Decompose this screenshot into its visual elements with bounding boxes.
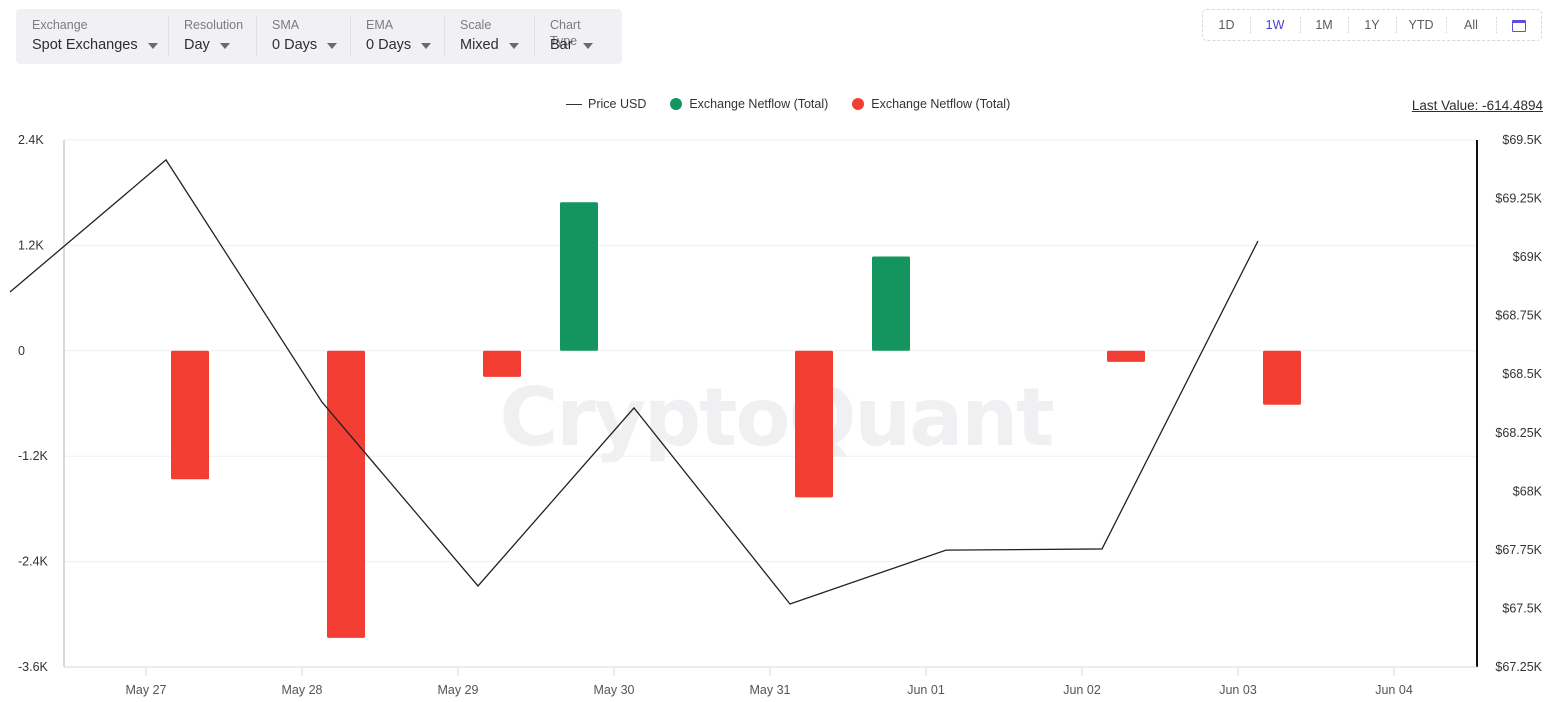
netflow-bar-negative <box>483 350 521 377</box>
netflow-bar-positive <box>872 256 910 351</box>
x-tick-label: May 31 <box>750 683 791 697</box>
y-left-tick-label: -1.2K <box>18 449 49 463</box>
netflow-bar-negative <box>1263 350 1301 405</box>
netflow-bar-negative <box>171 350 209 480</box>
y-right-tick-label: $69.5K <box>1502 133 1542 147</box>
y-right-tick-label: $68.25K <box>1495 426 1542 440</box>
x-tick-label: Jun 04 <box>1375 683 1413 697</box>
y-right-tick-label: $67.5K <box>1502 601 1542 615</box>
watermark-logo: CryptoQuant <box>500 371 1054 464</box>
x-tick-label: Jun 03 <box>1219 683 1257 697</box>
netflow-bar-negative <box>1107 350 1145 362</box>
netflow-bar-positive <box>560 202 598 351</box>
y-right-tick-label: $68.75K <box>1495 309 1542 323</box>
x-tick-label: May 29 <box>438 683 479 697</box>
x-tick-label: May 28 <box>282 683 323 697</box>
netflow-bar-negative <box>327 350 365 638</box>
y-right-tick-label: $67.75K <box>1495 543 1542 557</box>
y-left-tick-label: 2.4K <box>18 133 44 147</box>
x-tick-label: Jun 01 <box>907 683 945 697</box>
x-tick-label: Jun 02 <box>1063 683 1101 697</box>
y-right-tick-label: $68K <box>1513 484 1543 498</box>
y-left-tick-label: 1.2K <box>18 238 44 252</box>
x-tick-label: May 27 <box>126 683 167 697</box>
y-left-tick-label: -3.6K <box>18 660 49 674</box>
y-right-tick-label: $68.5K <box>1502 367 1542 381</box>
netflow-bar-negative <box>795 350 833 498</box>
y-left-tick-label: -2.4K <box>18 555 49 569</box>
y-right-tick-label: $69K <box>1513 250 1543 264</box>
y-right-tick-label: $67.25K <box>1495 660 1542 674</box>
x-tick-label: May 30 <box>594 683 635 697</box>
y-left-tick-label: 0 <box>18 344 25 358</box>
netflow-price-chart: CryptoQuant 2.4K 1.2K 0 -1.2K -2.4K -3.6K $69.5… <box>9 133 1543 697</box>
y-right-tick-label: $69.25K <box>1495 192 1542 206</box>
